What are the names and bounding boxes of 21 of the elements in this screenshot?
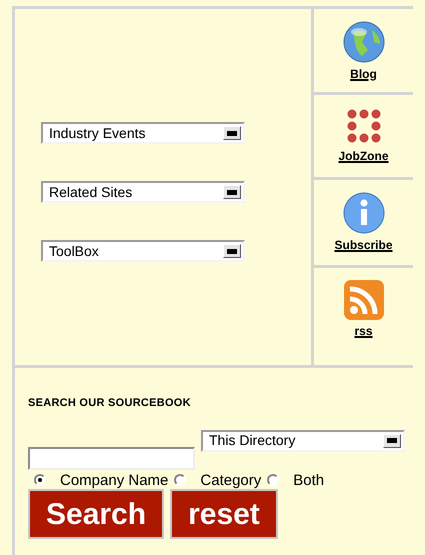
dropdown-select[interactable]: ToolBox xyxy=(41,240,245,262)
rss-icon[interactable] xyxy=(342,279,384,321)
radio-button[interactable] xyxy=(34,474,46,486)
radio-label: Category xyxy=(200,472,262,488)
link[interactable]: Blog xyxy=(350,65,377,83)
globe-icon[interactable] xyxy=(342,20,386,64)
scope-dropdown[interactable]: This Directory xyxy=(201,430,405,452)
section-heading: SEARCH OUR SOURCEBOOK xyxy=(28,396,192,411)
form-button[interactable]: reset xyxy=(170,488,278,538)
radio-label: Both xyxy=(293,472,324,488)
dropdown-select[interactable]: Industry Events xyxy=(41,122,245,144)
radio-label: Company Name xyxy=(60,472,168,488)
link[interactable]: JobZone xyxy=(338,147,388,165)
form-button[interactable]: Search xyxy=(28,488,164,538)
dropdown-select[interactable]: Related Sites xyxy=(41,181,245,203)
radio-button[interactable] xyxy=(174,474,186,486)
radio-button[interactable] xyxy=(267,474,280,486)
link[interactable]: Subscribe xyxy=(334,236,393,254)
info-icon[interactable] xyxy=(342,191,386,235)
link[interactable]: rss xyxy=(354,322,373,340)
search-field[interactable] xyxy=(28,446,195,470)
